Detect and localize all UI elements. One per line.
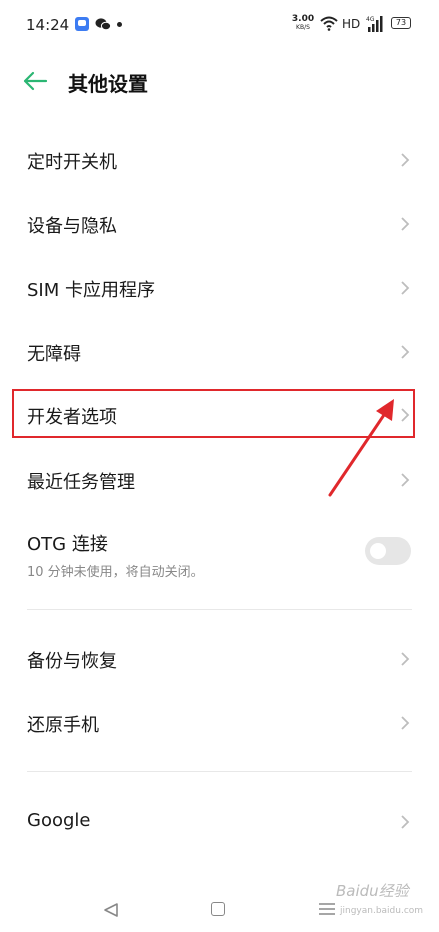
setting-item-description: 10 分钟未使用，将自动关闭。 (27, 565, 204, 580)
setting-item-label: OTG 连接 (27, 534, 108, 555)
chevron-right-icon (401, 217, 410, 231)
svg-text:4G: 4G (366, 16, 375, 23)
page-title: 其他设置 (68, 72, 148, 96)
app-notification-icon (75, 17, 89, 31)
setting-item-label: 备份与恢复 (27, 651, 117, 672)
hd-voice-label: HD (342, 17, 361, 31)
network-speed: 3.00 KB/S (291, 15, 315, 32)
setting-item-scheduled-power[interactable]: 定时开关机 (0, 128, 439, 192)
setting-item-label: SIM 卡应用程序 (27, 280, 155, 301)
watermark-text: Baidu经验 (336, 882, 409, 900)
status-time: 14:24 (26, 16, 70, 34)
setting-item-label: 还原手机 (27, 715, 99, 736)
battery-icon: 73 (391, 17, 411, 29)
divider (27, 609, 412, 610)
nav-recents-menu-icon[interactable] (318, 902, 336, 916)
toggle-knob (370, 543, 386, 559)
network-speed-unit: KB/S (296, 24, 310, 31)
wifi-icon (320, 16, 338, 31)
setting-item-device-privacy[interactable]: 设备与隐私 (0, 192, 439, 256)
chevron-right-icon (401, 153, 410, 167)
status-bar: 14:24 3.00 KB/S HD 4G 73 (0, 0, 439, 50)
nav-back-icon[interactable] (102, 902, 120, 918)
wechat-icon (95, 18, 111, 31)
chevron-right-icon (401, 345, 410, 359)
annotation-arrow-icon (328, 399, 394, 497)
cellular-signal-icon: 4G (366, 16, 383, 32)
chevron-right-icon (401, 281, 410, 295)
setting-item-sim-apps[interactable]: SIM 卡应用程序 (0, 256, 439, 320)
setting-item-label: Google (27, 810, 91, 831)
chevron-right-icon (401, 652, 410, 666)
setting-item-label: 设备与隐私 (27, 216, 117, 237)
setting-item-label: 无障碍 (27, 344, 81, 365)
setting-item-reset-phone[interactable]: 还原手机 (0, 691, 439, 755)
setting-item-label: 定时开关机 (27, 152, 117, 173)
setting-item-backup-restore[interactable]: 备份与恢复 (0, 627, 439, 691)
chevron-right-icon (401, 716, 410, 730)
otg-toggle[interactable] (365, 537, 411, 565)
more-notifications-dot-icon (117, 22, 122, 27)
setting-item-label: 最近任务管理 (27, 472, 135, 493)
setting-item-google[interactable]: Google (0, 790, 439, 854)
nav-home-icon[interactable] (211, 902, 225, 916)
watermark-subtext: jingyan.baidu.com (340, 906, 424, 916)
setting-item-accessibility[interactable]: 无障碍 (0, 320, 439, 384)
back-arrow-icon[interactable] (22, 70, 48, 92)
divider (27, 771, 412, 772)
chevron-right-icon (401, 815, 410, 829)
network-speed-value: 3.00 (291, 14, 315, 24)
chevron-right-icon (401, 473, 410, 487)
